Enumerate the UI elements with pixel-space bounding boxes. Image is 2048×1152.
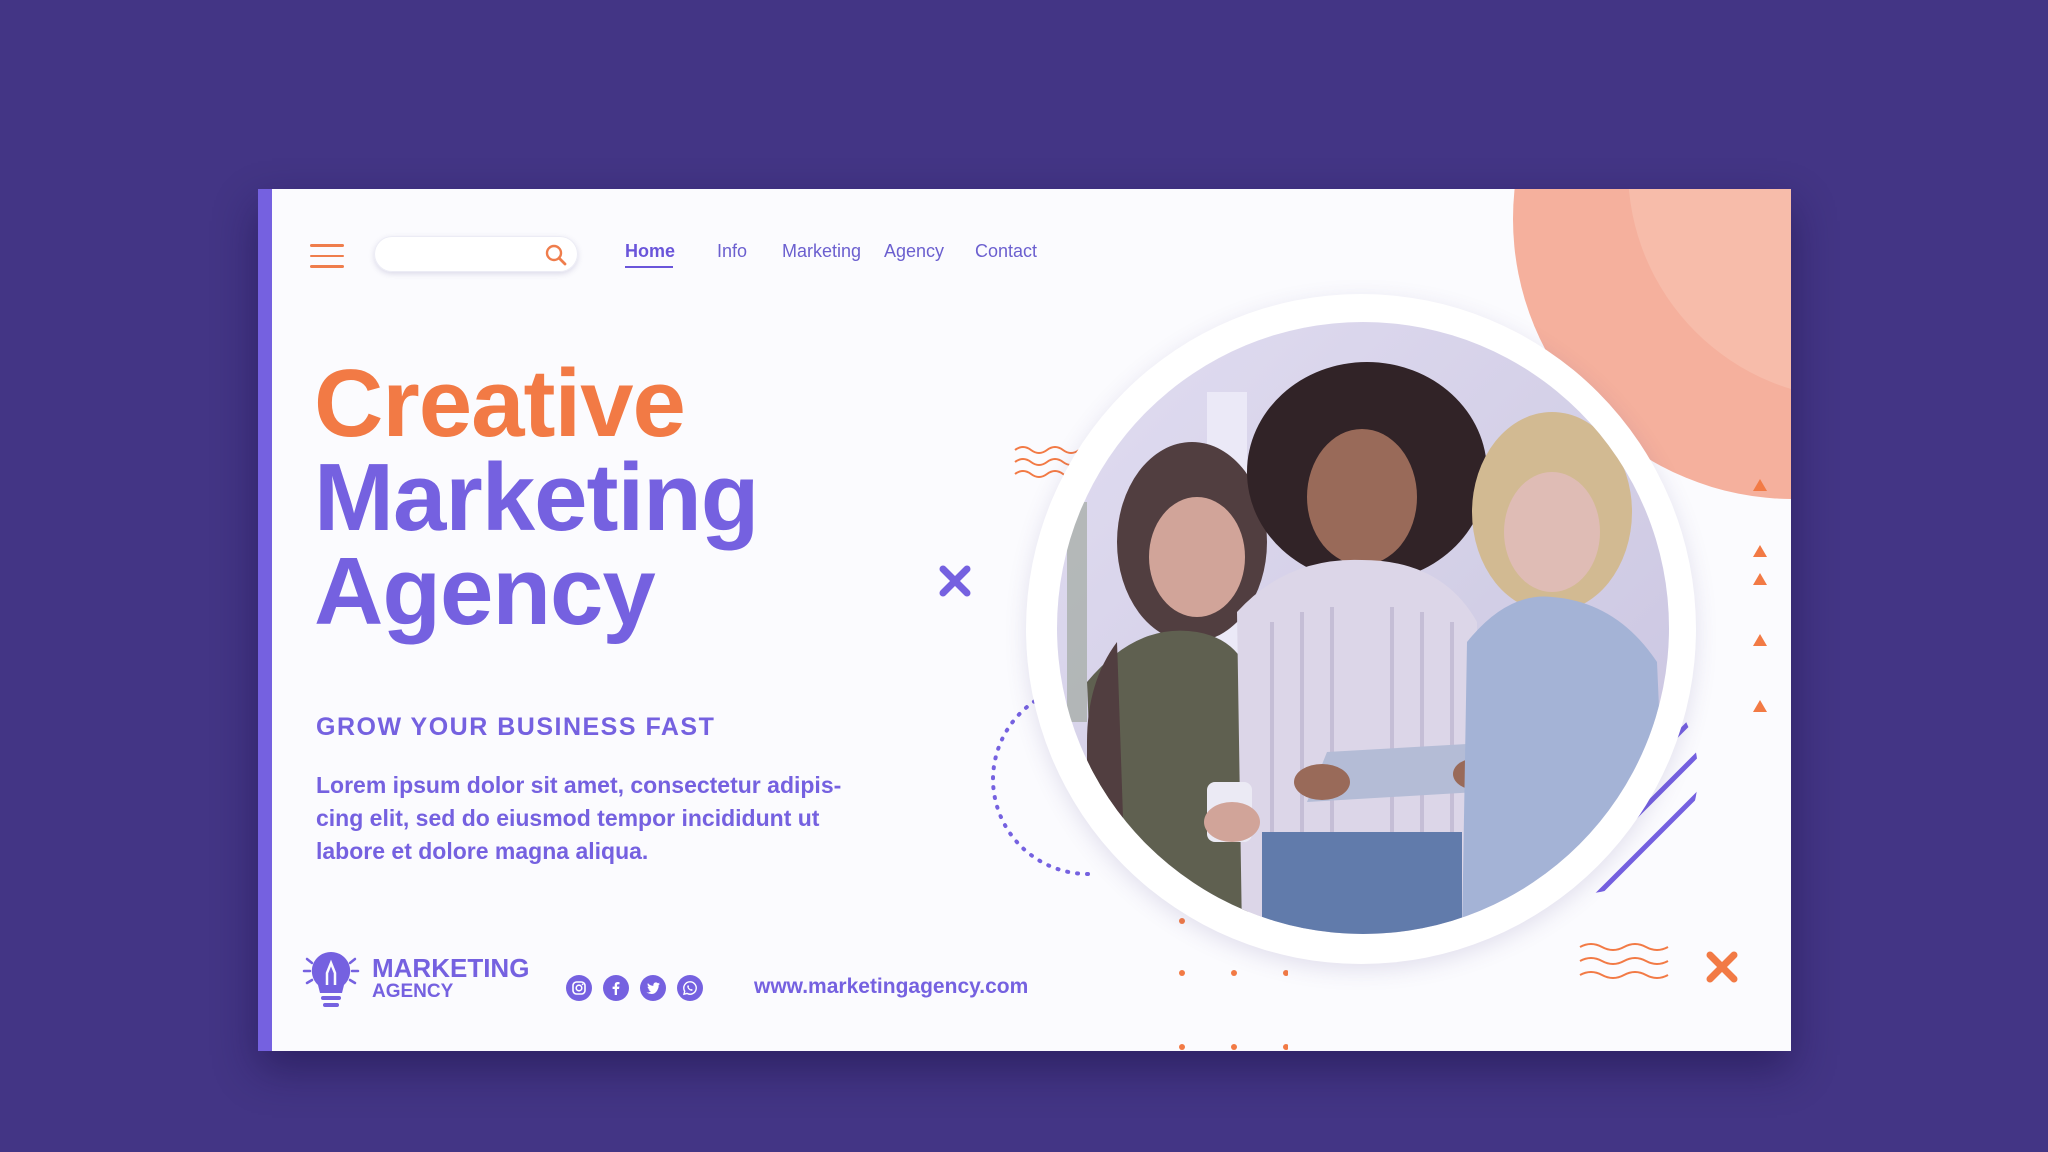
website-url-link[interactable]: www.marketingagency.com xyxy=(754,975,1028,999)
nav-info[interactable]: Info xyxy=(717,241,747,262)
nav-agency[interactable]: Agency xyxy=(884,241,944,262)
orange-wave-decoration-bottom xyxy=(1579,943,1669,979)
purple-x-decoration xyxy=(939,565,971,597)
description-line: Lorem ipsum dolor sit amet, consectetur … xyxy=(316,772,842,798)
search-input[interactable] xyxy=(388,242,542,268)
hero-description: Lorem ipsum dolor sit amet, consectetur … xyxy=(316,769,876,868)
active-nav-underline xyxy=(625,266,673,268)
nav-home[interactable]: Home xyxy=(625,241,675,262)
nav-marketing[interactable]: Marketing xyxy=(782,241,861,262)
brand-name-line-1: MARKETING xyxy=(372,953,530,983)
hero-title-line-1: Creative xyxy=(314,350,686,457)
hero-title-line-3: Agency xyxy=(314,538,656,645)
nav-contact[interactable]: Contact xyxy=(975,241,1037,262)
description-line: labore et dolore magna aliqua. xyxy=(316,838,649,864)
search-bar[interactable] xyxy=(374,236,578,272)
orange-x-decoration xyxy=(1706,951,1738,983)
left-accent-bar xyxy=(258,189,272,1051)
hero-subtitle: GROW YOUR BUSINESS FAST xyxy=(316,713,716,741)
instagram-icon[interactable] xyxy=(566,975,592,1001)
landing-page-card: Home Info Marketing Agency Contact Creat… xyxy=(258,189,1791,1051)
description-line: cing elit, sed do eiusmod tempor incidid… xyxy=(316,805,820,831)
hero-title: Creative Marketing Agency xyxy=(314,350,759,645)
team-photo xyxy=(1057,322,1669,934)
twitter-icon[interactable] xyxy=(640,975,666,1001)
brand-name-line-2: AGENCY xyxy=(372,981,454,1002)
team-photo-illustration xyxy=(1057,322,1669,934)
lightbulb-icon xyxy=(302,951,360,1007)
hero-title-line-2: Marketing xyxy=(314,444,759,551)
menu-icon[interactable] xyxy=(310,244,344,268)
search-icon[interactable] xyxy=(544,243,568,267)
facebook-icon[interactable] xyxy=(603,975,629,1001)
orange-triangles-decoration xyxy=(1753,479,1767,712)
whatsapp-icon[interactable] xyxy=(677,975,703,1001)
